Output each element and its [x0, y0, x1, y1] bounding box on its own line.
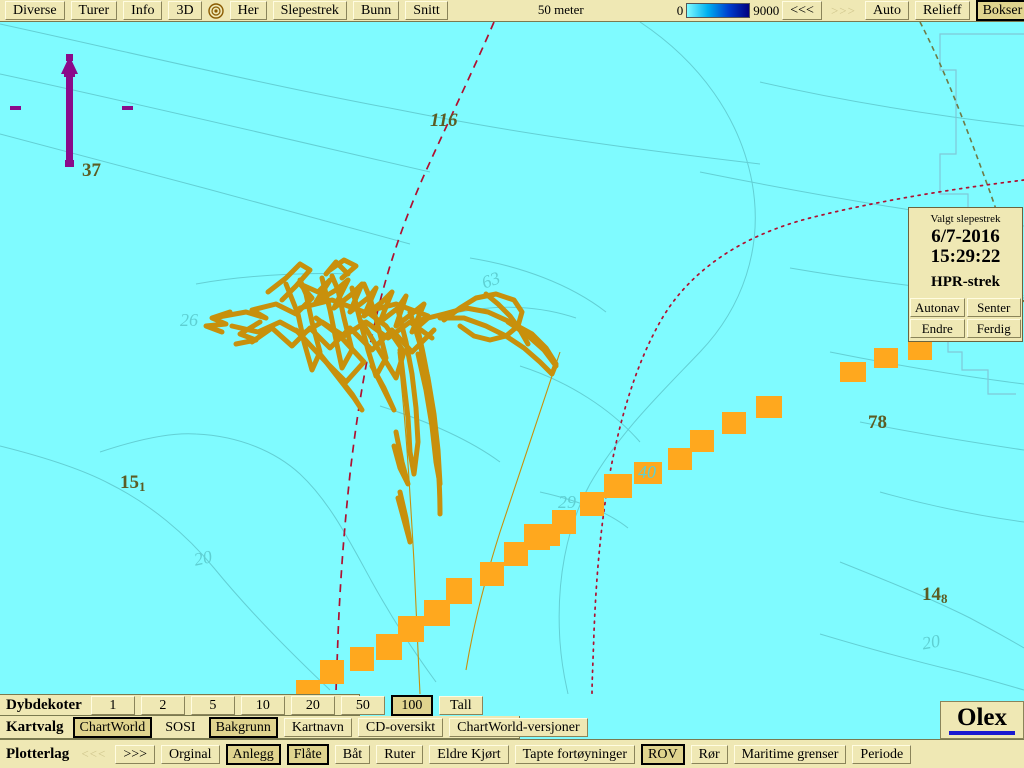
- kartvalg-chartworld-versjoner[interactable]: ChartWorld-versjoner: [449, 717, 588, 737]
- depth-label: 151: [120, 472, 146, 494]
- depth-label: 148: [922, 584, 948, 606]
- depth-scale-min: 0: [676, 2, 684, 18]
- contour-label: 26: [180, 310, 198, 330]
- dybdekoter-tall[interactable]: Tall: [438, 695, 483, 715]
- plotterlag-toolbar: Plotterlag <<< >>> Orginal Anlegg Flåte …: [0, 739, 1024, 768]
- autonav-button[interactable]: Autonav: [910, 298, 965, 317]
- menu-3d[interactable]: 3D: [168, 1, 202, 20]
- plotterlag-anlegg[interactable]: Anlegg: [225, 743, 281, 765]
- top-toolbar: Diverse Turer Info 3D Her Slepestrek Bun…: [0, 0, 1024, 22]
- plotterlag-bat[interactable]: Båt: [334, 744, 371, 764]
- menu-slepestrek[interactable]: Slepestrek: [272, 1, 347, 20]
- panel-date: 6/7-2016: [931, 226, 1000, 247]
- dybdekoter-2[interactable]: 2: [140, 695, 185, 715]
- scale-bar: 50 meter: [472, 1, 649, 18]
- depth-scale-max: 9000: [753, 2, 780, 18]
- plotterlag-orginal[interactable]: Orginal: [161, 744, 220, 764]
- panel-type: HPR-strek: [931, 274, 1000, 290]
- menu-snitt[interactable]: Snitt: [405, 1, 448, 20]
- depth-label: 37: [82, 160, 101, 181]
- olex-underline: [949, 731, 1015, 735]
- plotterlag-ror[interactable]: Rør: [690, 744, 728, 764]
- plotterlag-flate[interactable]: Flåte: [286, 743, 329, 765]
- contour-label: 29: [558, 492, 576, 512]
- depth-label: 116: [430, 110, 458, 131]
- plotterlag-periode[interactable]: Periode: [852, 744, 912, 764]
- kartvalg-toolbar: Kartvalg ChartWorld SOSI Bakgrunn Kartna…: [0, 716, 588, 739]
- nav-prev-button[interactable]: <<<: [782, 1, 822, 20]
- sea-background: [0, 22, 1024, 694]
- plotterlag-rov[interactable]: ROV: [641, 743, 685, 765]
- menu-diverse[interactable]: Diverse: [5, 1, 65, 20]
- olex-logo: Olex: [940, 701, 1024, 739]
- menu-bunn[interactable]: Bunn: [352, 1, 400, 20]
- depth-gradient[interactable]: [686, 3, 751, 18]
- menu-her[interactable]: Her: [229, 1, 267, 20]
- kartvalg-label: Kartvalg: [6, 718, 64, 735]
- kartvalg-cd-oversikt[interactable]: CD-oversikt: [357, 717, 444, 737]
- depth-color-scale[interactable]: 0 9000: [676, 2, 780, 19]
- depth-label: 78: [868, 412, 887, 433]
- kartvalg-chartworld[interactable]: ChartWorld: [72, 716, 153, 738]
- menu-info[interactable]: Info: [123, 1, 163, 20]
- dybdekoter-10[interactable]: 10: [240, 695, 285, 715]
- dybdekoter-20[interactable]: 20: [290, 695, 335, 715]
- dybdekoter-1[interactable]: 1: [90, 695, 135, 715]
- olex-wordmark: Olex: [957, 704, 1007, 731]
- dybdekoter-toolbar: Dybdekoter 1 2 5 10 20 50 100 Tall: [0, 694, 483, 716]
- target-icon[interactable]: [207, 2, 224, 19]
- kartvalg-sosi[interactable]: SOSI: [158, 719, 202, 736]
- bokser-button[interactable]: Bokser: [975, 0, 1024, 21]
- selected-track-panel: Valgt slepestrek 6/7-2016 15:29:22 HPR-s…: [908, 207, 1023, 342]
- plotterlag-prev[interactable]: <<<: [75, 746, 112, 762]
- plotterlag-label: Plotterlag: [6, 745, 70, 762]
- plotterlag-next[interactable]: >>>: [115, 744, 155, 764]
- relieff-button[interactable]: Relieff: [914, 1, 970, 20]
- chart-canvas[interactable]: 37 116 78 151 148 26 63 29 40 20 20: [0, 22, 1024, 694]
- menu-turer[interactable]: Turer: [70, 1, 118, 20]
- plotterlag-tapte-fortoyninger[interactable]: Tapte fortøyninger: [514, 744, 636, 764]
- plotterlag-ruter[interactable]: Ruter: [376, 744, 424, 764]
- kartvalg-bakgrunn[interactable]: Bakgrunn: [208, 716, 278, 738]
- contour-label: 40: [638, 462, 656, 482]
- plotterlag-maritime-grenser[interactable]: Maritime grenser: [733, 744, 847, 764]
- senter-button[interactable]: Senter: [966, 298, 1021, 317]
- nav-next-button[interactable]: >>>: [825, 3, 862, 19]
- panel-time: 15:29:22: [930, 246, 1001, 267]
- plotterlag-eldre-kjort[interactable]: Eldre Kjørt: [429, 744, 509, 764]
- dybdekoter-50[interactable]: 50: [340, 695, 385, 715]
- auto-button[interactable]: Auto: [864, 1, 909, 20]
- dybdekoter-100[interactable]: 100: [390, 694, 433, 716]
- scale-label: 50 meter: [534, 1, 587, 17]
- ferdig-button[interactable]: Ferdig: [966, 319, 1021, 338]
- endre-button[interactable]: Endre: [910, 319, 965, 338]
- kartvalg-kartnavn[interactable]: Kartnavn: [283, 717, 352, 737]
- dybdekoter-5[interactable]: 5: [190, 695, 235, 715]
- dybdekoter-label: Dybdekoter: [6, 696, 82, 713]
- panel-caption: Valgt slepestrek: [930, 213, 1001, 225]
- contour-label: 20: [920, 630, 942, 654]
